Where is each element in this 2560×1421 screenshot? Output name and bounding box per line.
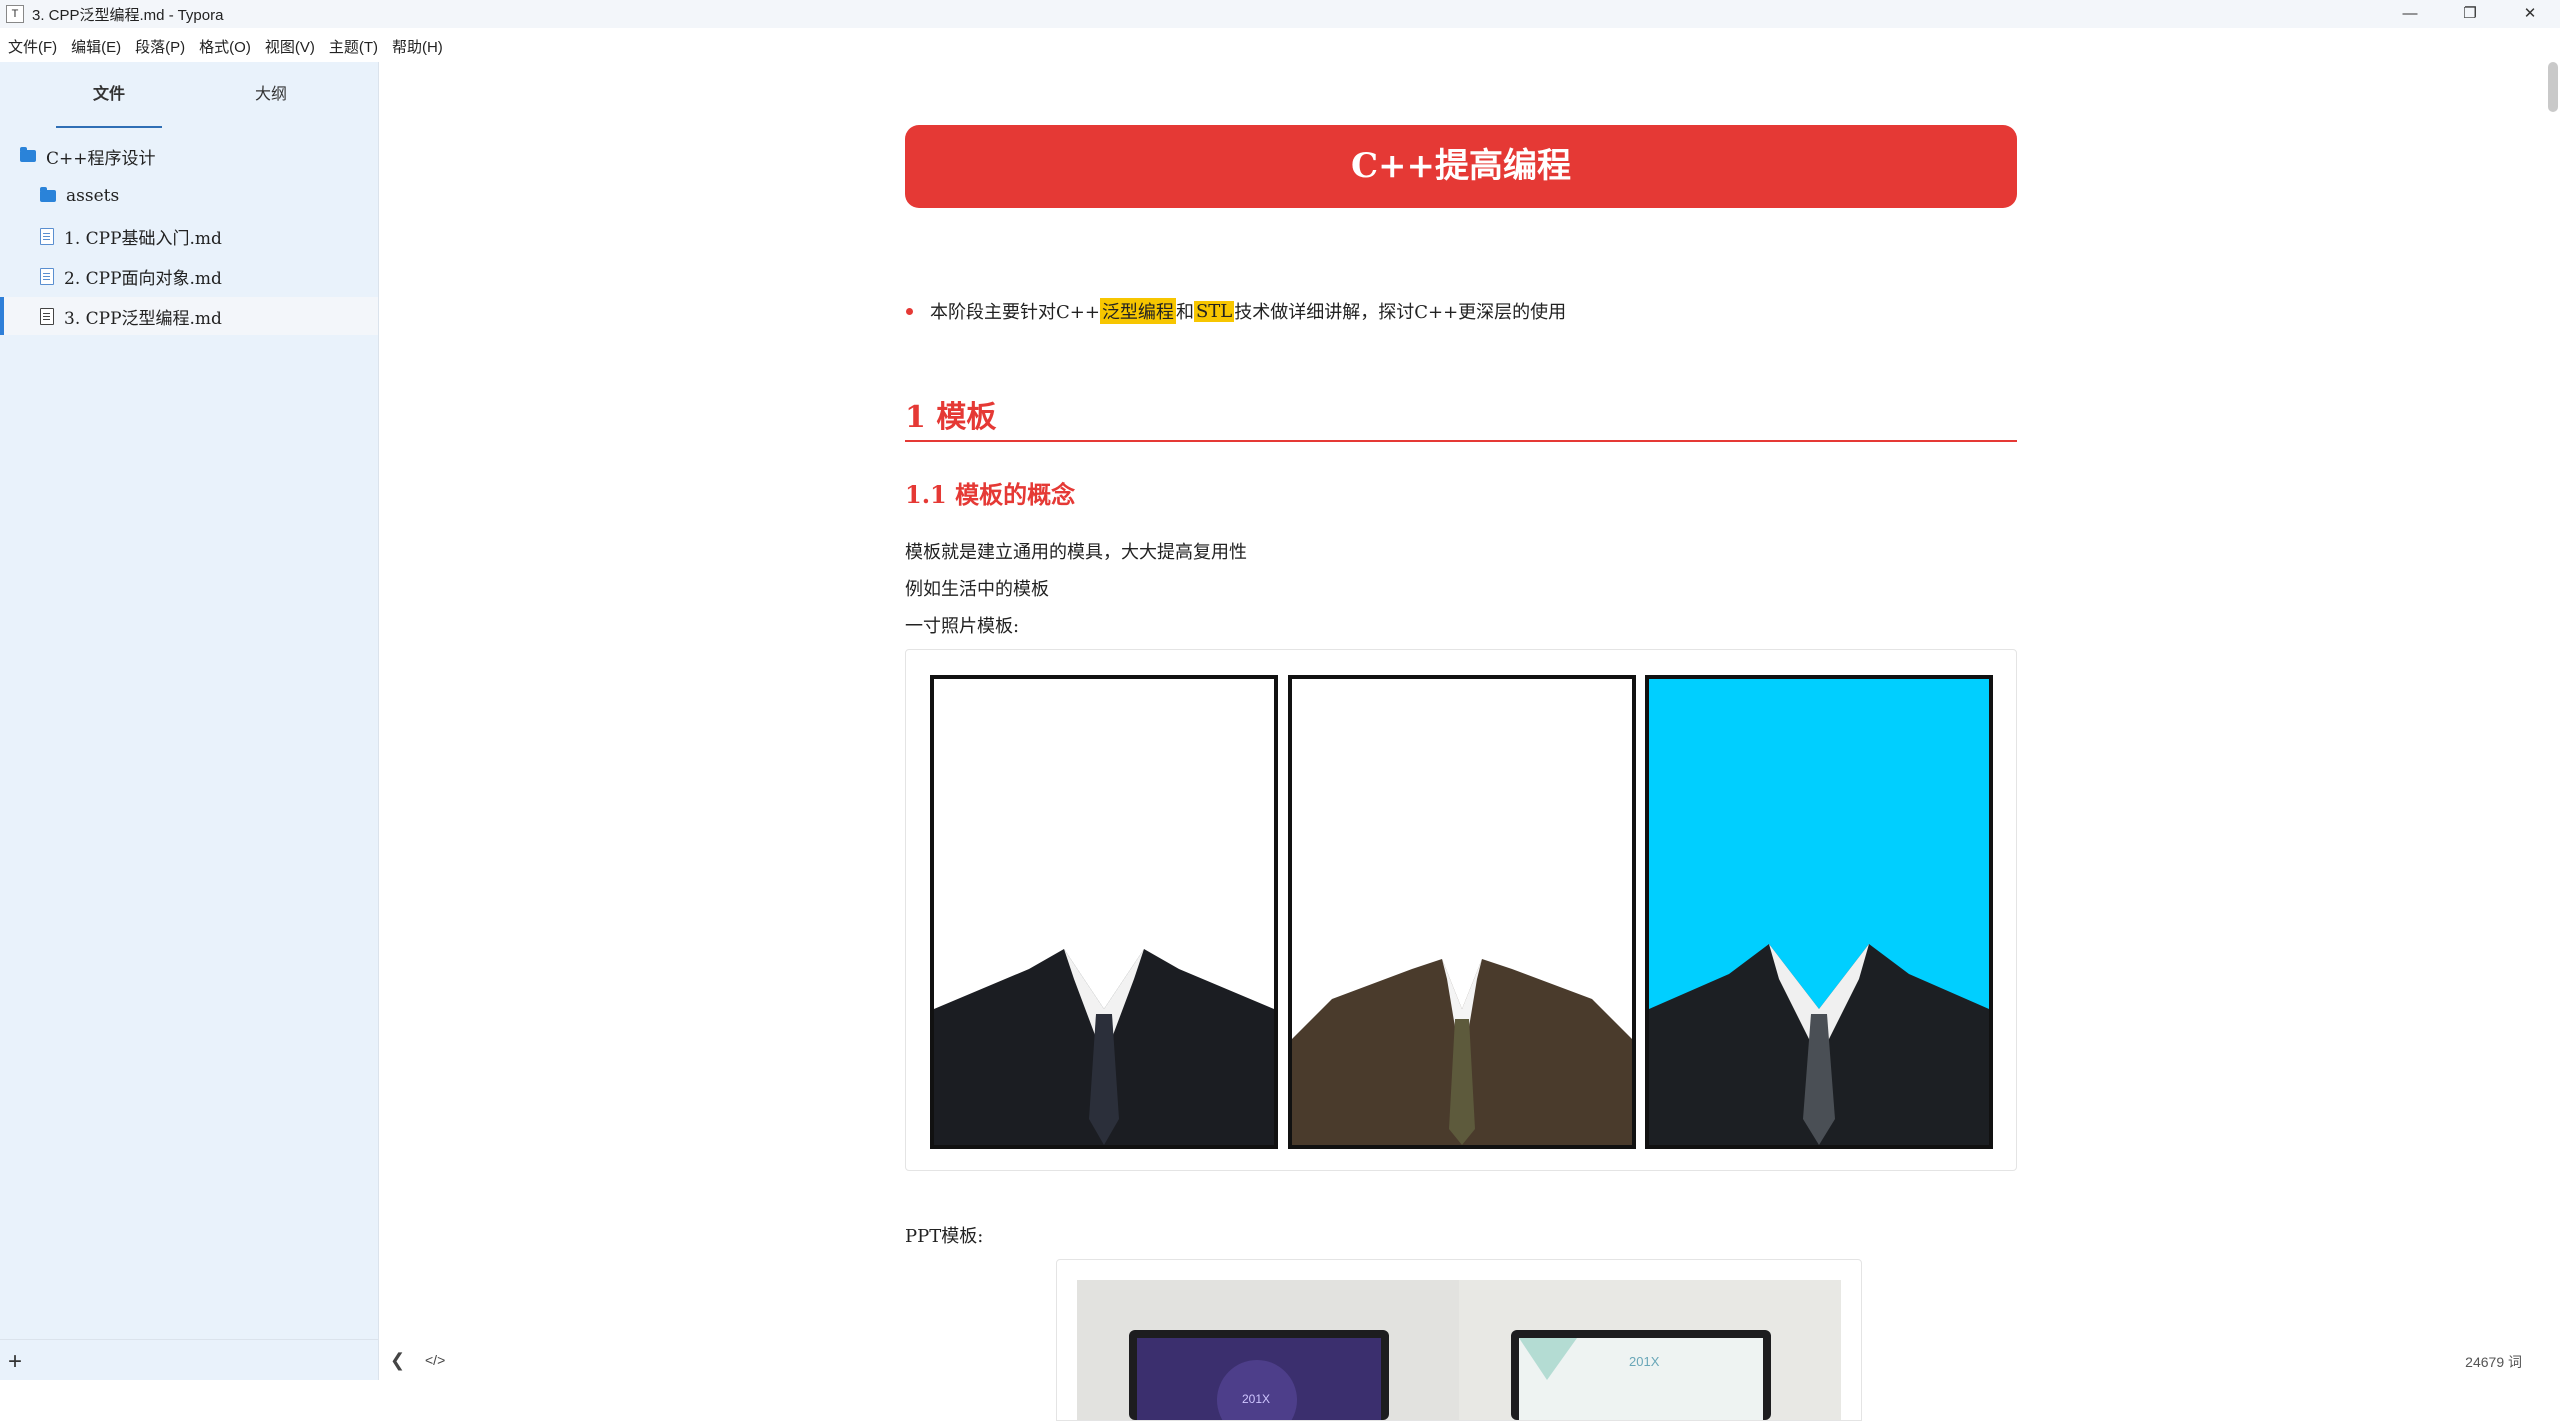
scrollbar-thumb[interactable] (2548, 62, 2558, 112)
file-icon (40, 267, 54, 285)
tree-file-cpp-generic[interactable]: 3. CPP泛型编程.md (0, 297, 378, 335)
ppt-slide-text-2: 201X (1629, 1354, 1660, 1369)
vertical-scrollbar[interactable] (2548, 62, 2560, 1380)
add-icon[interactable]: + (8, 1350, 22, 1374)
highlight-stl: STL (1193, 300, 1235, 322)
tab-outline[interactable]: 大纲 (218, 80, 324, 104)
folder-icon (20, 147, 36, 162)
minimize-button[interactable]: — (2380, 0, 2440, 28)
tree-item-label: 2. CPP面向对象.md (64, 268, 222, 289)
tree-item-label: 3. CPP泛型编程.md (64, 308, 222, 329)
menu-bar: 文件(F) 编辑(E) 段落(P) 格式(O) 视图(V) 主题(T) 帮助(H… (0, 30, 449, 62)
heading-1: 1 模板 (905, 400, 997, 435)
tree-file-cpp-oop[interactable]: 2. CPP面向对象.md (0, 257, 378, 295)
menu-file[interactable]: 文件(F) (8, 36, 57, 57)
tree-folder-cpp-design[interactable]: C++程序设计 (0, 137, 378, 175)
menu-paragraph[interactable]: 段落(P) (135, 36, 185, 57)
word-count[interactable]: 24679 词 (2465, 1352, 2522, 1372)
active-tab-indicator (56, 126, 162, 128)
photo-template-blue-background (1645, 675, 1993, 1149)
ppt-slide-text-1: 201X (1242, 1392, 1270, 1406)
tab-files[interactable]: 文件 (56, 80, 162, 104)
restore-button[interactable]: ❐ (2440, 0, 2500, 28)
close-button[interactable]: ✕ (2500, 0, 2560, 28)
ppt-templates-image[interactable]: 201X 201X (1056, 1259, 1862, 1421)
menu-view[interactable]: 视图(V) (265, 36, 315, 57)
typora-app-icon: T (6, 5, 24, 23)
intro-prefix: 本阶段主要针对C++ (930, 302, 1100, 323)
intro-middle: 和 (1175, 302, 1194, 323)
intro-list-item: 本阶段主要针对C++ 泛型编程 和 STL 技术做详细讲解，探讨C++更深层的使… (906, 298, 1566, 324)
file-icon (40, 227, 54, 245)
ppt-label: PPT模板: (905, 1226, 984, 1247)
photo-templates-image[interactable] (905, 649, 2017, 1171)
folder-icon (40, 187, 56, 202)
editor-area[interactable]: C++提高编程 本阶段主要针对C++ 泛型编程 和 STL 技术做详细讲解，探讨… (380, 62, 2560, 1421)
sidebar: 文件 大纲 C++程序设计 assets 1. CPP基础入门.md 2. CP… (0, 62, 379, 1380)
menu-edit[interactable]: 编辑(E) (71, 36, 121, 57)
tree-folder-assets[interactable]: assets (0, 177, 378, 215)
menu-format[interactable]: 格式(O) (199, 36, 251, 57)
menu-theme[interactable]: 主题(T) (329, 36, 378, 57)
tree-item-label: C++程序设计 (46, 148, 156, 169)
paragraph: 模板就是建立通用的模具，大大提高复用性 (905, 542, 1247, 563)
window-title: 3. CPP泛型编程.md - Typora (32, 6, 224, 24)
paragraph: 一寸照片模板: (905, 616, 1020, 637)
tree-item-label: 1. CPP基础入门.md (64, 228, 222, 249)
file-icon (40, 307, 54, 325)
bullet-icon (906, 307, 913, 315)
photo-template-black-suit (930, 675, 1278, 1149)
heading-1-underline (905, 440, 2017, 442)
paragraph: 例如生活中的模板 (905, 579, 1049, 600)
sidebar-tabs: 文件 大纲 (0, 80, 378, 128)
sidebar-footer: + (0, 1339, 378, 1380)
title-bar: T 3. CPP泛型编程.md - Typora — ❐ ✕ (0, 0, 2560, 28)
highlight-generic-programming: 泛型编程 (1099, 298, 1176, 324)
document-banner-title: C++提高编程 (905, 125, 2017, 208)
source-code-mode-icon[interactable]: </> (425, 1352, 445, 1368)
chevron-left-icon[interactable]: ❮ (390, 1350, 405, 1371)
tree-item-label: assets (66, 186, 120, 206)
intro-suffix: 技术做详细讲解，探讨C++更深层的使用 (1234, 302, 1567, 323)
heading-2: 1.1 模板的概念 (905, 480, 1076, 509)
menu-help[interactable]: 帮助(H) (392, 36, 443, 57)
tree-file-cpp-basics[interactable]: 1. CPP基础入门.md (0, 217, 378, 255)
photo-template-brown-suit (1288, 675, 1636, 1149)
